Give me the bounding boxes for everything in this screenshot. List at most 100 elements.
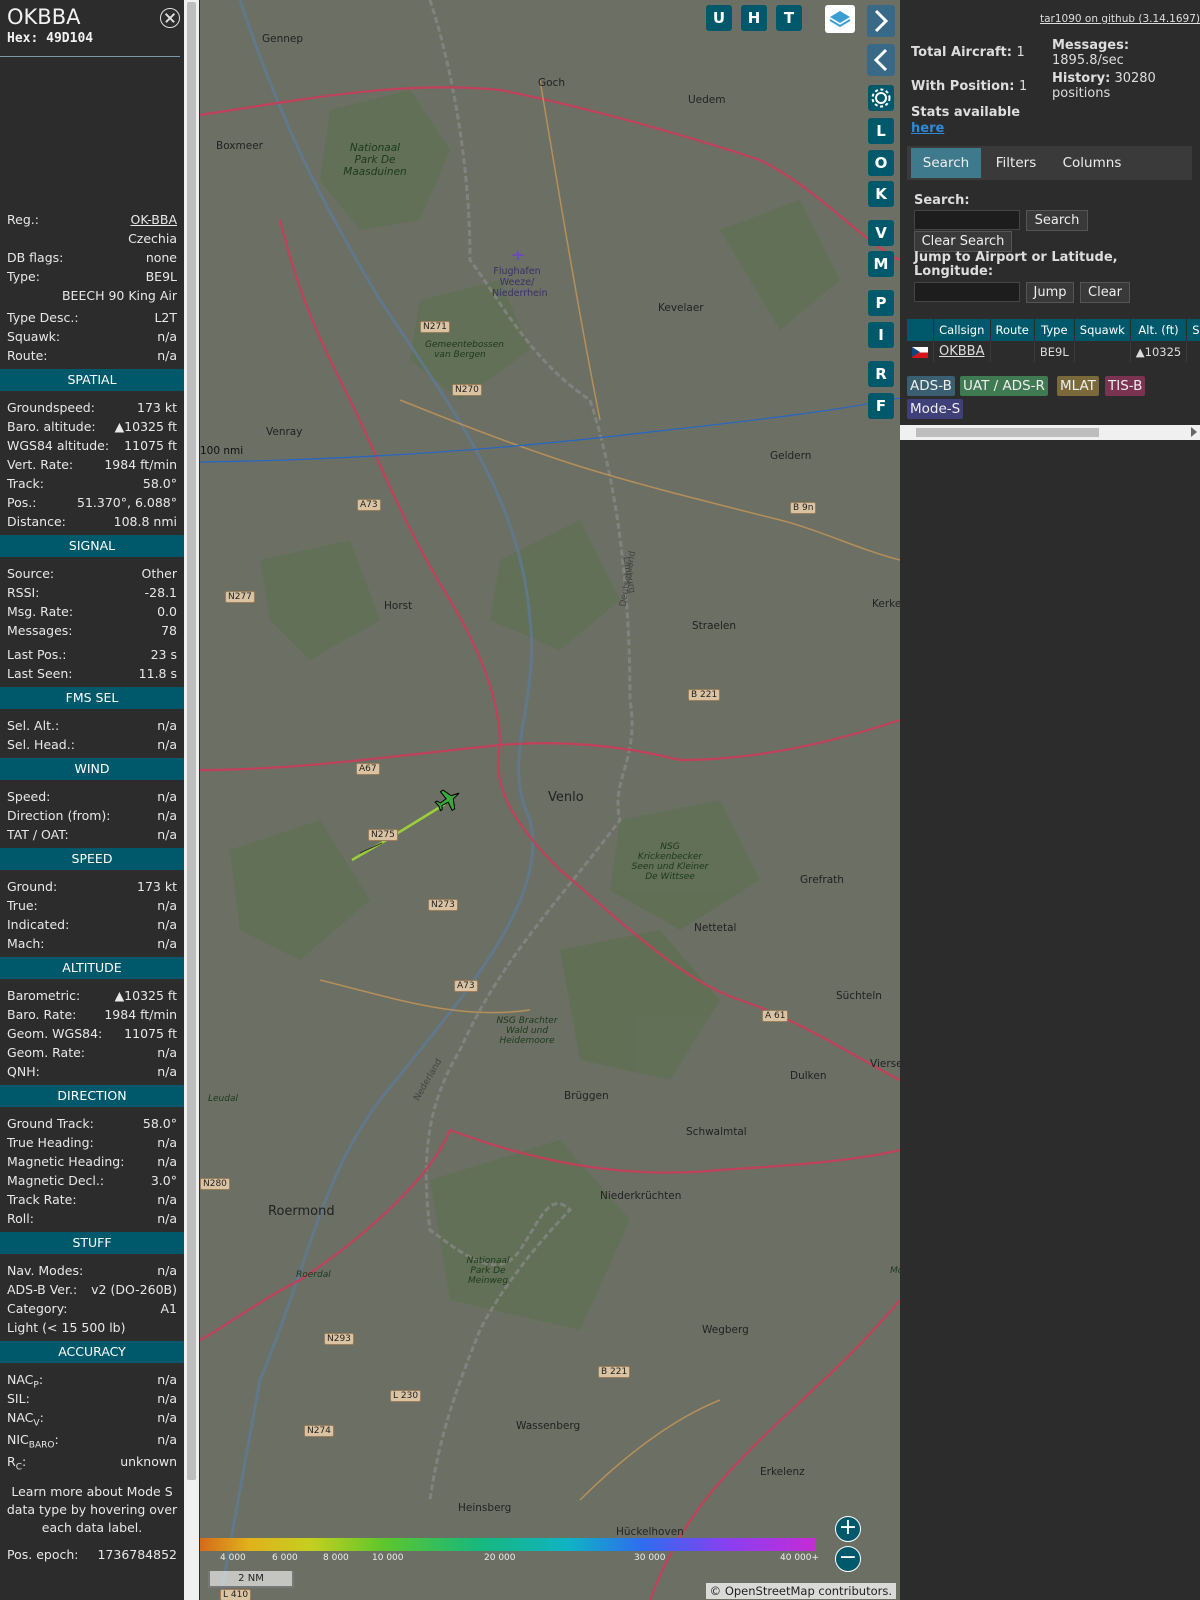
tab-columns[interactable]: Columns bbox=[1051, 148, 1133, 178]
info-row-value: 23 s bbox=[150, 647, 177, 662]
info-row: Messages: 78 bbox=[0, 621, 184, 640]
layer-button-m[interactable]: M bbox=[868, 251, 894, 277]
info-panel-scrollbar[interactable] bbox=[184, 0, 199, 1600]
info-row-label: Speed: bbox=[7, 789, 51, 804]
table-col-type[interactable]: Type bbox=[1034, 319, 1075, 341]
row-callsign[interactable]: OKBBA bbox=[933, 341, 991, 362]
info-callsign: OKBBA bbox=[7, 5, 81, 29]
section-wind: WIND bbox=[0, 758, 184, 780]
speed-list: Ground: 173 kt True: n/a Indicated: n/a Mach: n… bbox=[0, 877, 184, 953]
info-row-label: True: bbox=[7, 898, 38, 913]
zoom-out-button[interactable]: − bbox=[835, 1546, 861, 1572]
info-row-label: Direction (from): bbox=[7, 808, 111, 823]
map-label: Straelen bbox=[692, 620, 737, 632]
info-row-value: 173 kt bbox=[137, 400, 177, 415]
layer-button-v[interactable]: V bbox=[868, 220, 894, 246]
info-row-label: Magnetic Decl.: bbox=[7, 1173, 105, 1188]
map-label: Viersen bbox=[870, 1058, 900, 1070]
source-badge-adsb[interactable]: ADS-B bbox=[907, 376, 955, 396]
table-col-alt[interactable]: Alt. (ft) bbox=[1130, 319, 1188, 341]
table-col-flag bbox=[907, 319, 934, 341]
layer-button-l[interactable]: L bbox=[868, 118, 894, 144]
map-label: Süchteln bbox=[836, 990, 882, 1002]
info-row-reg: Reg.: OK-BBA bbox=[7, 212, 178, 227]
info-row-value: ▲10325 ft bbox=[114, 988, 177, 1003]
info-row-value: n/a bbox=[157, 827, 177, 842]
table-horizontal-scrollbar[interactable] bbox=[900, 425, 1200, 440]
stats-link[interactable]: here bbox=[911, 121, 944, 136]
collapse-left-icon[interactable] bbox=[867, 44, 895, 76]
info-row-route: Route: n/a bbox=[7, 348, 177, 363]
sidebar-toggle-right-icon[interactable] bbox=[867, 5, 895, 37]
layer-button-o[interactable]: O bbox=[868, 150, 894, 176]
tab-search[interactable]: Search bbox=[911, 148, 981, 178]
map-view[interactable]: Gennep Goch Uedem Boxmeer Nationaal Park… bbox=[200, 0, 900, 1600]
info-row-nacv: NACV: n/a bbox=[7, 1410, 177, 1429]
section-direction: DIRECTION bbox=[0, 1085, 184, 1107]
source-badge-uat[interactable]: UAT / ADS-R bbox=[960, 376, 1048, 396]
search-input[interactable] bbox=[914, 210, 1020, 230]
info-row-label: Groundspeed: bbox=[7, 400, 95, 415]
road-shield: A 61 bbox=[762, 1010, 789, 1022]
toolbar-button-h[interactable]: H bbox=[741, 5, 767, 31]
layer-button-p[interactable]: P bbox=[868, 290, 894, 316]
map-label: Nationaal Park De Meinweg bbox=[466, 1256, 510, 1286]
info-row-value: n/a bbox=[157, 1045, 177, 1060]
info-row-value: n/a bbox=[157, 1154, 177, 1169]
map-label: Uedem bbox=[688, 94, 726, 106]
info-row-label: Sel. Head.: bbox=[7, 737, 75, 752]
altitude-list: Barometric: ▲10325 ft Baro. Rate: 1984 ft/m… bbox=[0, 986, 184, 1081]
source-badge-mlat[interactable]: MLAT bbox=[1057, 376, 1099, 396]
toolbar-button-t[interactable]: T bbox=[776, 5, 802, 31]
info-row-value: n/a bbox=[157, 718, 177, 733]
info-row-label: Distance: bbox=[7, 514, 66, 529]
tab-filters[interactable]: Filters bbox=[986, 148, 1046, 178]
info-row: Source: Other bbox=[0, 564, 184, 583]
layer-button-r[interactable]: R bbox=[868, 361, 894, 387]
clear-button[interactable]: Clear bbox=[1080, 282, 1130, 303]
layer-button-i[interactable]: I bbox=[868, 322, 894, 348]
table-col-callsign[interactable]: Callsign bbox=[933, 319, 991, 341]
info-row: Sel. Head.: n/a bbox=[0, 735, 184, 754]
table-row[interactable]: OKBBA BE9L ▲10325 bbox=[907, 341, 1200, 362]
section-stuff: STUFF bbox=[0, 1232, 184, 1254]
info-row: TAT / OAT: n/a bbox=[0, 825, 184, 844]
layer-button-k[interactable]: K bbox=[868, 181, 894, 207]
table-col-spd[interactable]: Spd bbox=[1186, 319, 1200, 341]
map-label: Nationaal Park De Maasduinen bbox=[343, 142, 407, 178]
info-row-country: Czechia bbox=[128, 231, 177, 246]
info-row-label: Pos.: bbox=[7, 495, 37, 510]
map-label: Gennep bbox=[262, 33, 304, 45]
map-label: Brüggen bbox=[564, 1090, 609, 1102]
info-row: Barometric: ▲10325 ft bbox=[0, 986, 184, 1005]
map-label: Boxmeer bbox=[216, 140, 263, 152]
info-row: Mach: n/a bbox=[0, 934, 184, 953]
table-col-route[interactable]: Route bbox=[990, 319, 1035, 341]
info-row-dbflags: DB flags: none bbox=[7, 250, 177, 265]
jump-button[interactable]: Jump bbox=[1026, 282, 1074, 303]
registration-link[interactable]: OK-BBA bbox=[131, 212, 178, 227]
info-row-label: Messages: bbox=[7, 623, 73, 638]
zoom-in-button[interactable]: + bbox=[835, 1516, 861, 1542]
close-icon[interactable] bbox=[160, 8, 180, 28]
map-label: Gemeentebossen van Bergen bbox=[425, 340, 504, 360]
search-button[interactable]: Search bbox=[1026, 210, 1088, 231]
source-badge-modes[interactable]: Mode-S bbox=[907, 399, 964, 419]
jump-input[interactable] bbox=[914, 282, 1020, 302]
clear-search-button[interactable]: Clear Search bbox=[914, 231, 1012, 252]
road-shield: N273 bbox=[428, 899, 458, 911]
source-badge-tisb[interactable]: TIS-B bbox=[1105, 376, 1146, 396]
map-label: Schwalmtal bbox=[686, 1126, 747, 1138]
map-attribution[interactable]: © OpenStreetMap contributors. bbox=[705, 1583, 896, 1599]
version-link[interactable]: tar1090 on github (3.14.1697) bbox=[1040, 13, 1200, 25]
map-label: Nettetal bbox=[694, 922, 737, 934]
toolbar-button-u[interactable]: U bbox=[706, 5, 732, 31]
info-row: WGS84 altitude: 11075 ft bbox=[0, 436, 184, 455]
layer-button-f[interactable]: F bbox=[868, 393, 894, 419]
scroll-right-arrow-icon[interactable] bbox=[1191, 427, 1197, 437]
road-shield: A67 bbox=[356, 763, 380, 775]
row-spd bbox=[1186, 341, 1200, 362]
table-col-squawk[interactable]: Squawk bbox=[1074, 319, 1131, 341]
settings-gear-icon[interactable] bbox=[868, 85, 894, 111]
layers-icon[interactable] bbox=[825, 5, 855, 33]
